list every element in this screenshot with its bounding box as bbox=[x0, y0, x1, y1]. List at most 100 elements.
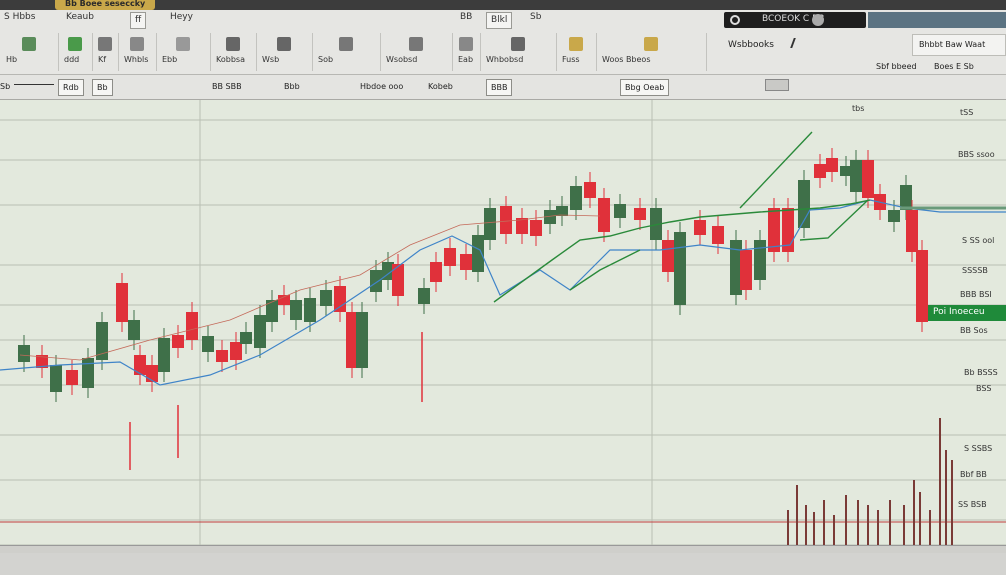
ribbon-tab[interactable]: Sb bbox=[530, 12, 541, 27]
tool-icon bbox=[176, 37, 190, 51]
ribbon-tab[interactable]: S Hbbs bbox=[4, 12, 35, 27]
ribbon-group-label: Fuss bbox=[562, 55, 580, 64]
candle-body bbox=[290, 300, 302, 320]
current-price-label: Poi Inoeceu bbox=[928, 305, 1006, 321]
tool-icon bbox=[130, 37, 144, 51]
toolbar-item[interactable]: BB SBB bbox=[212, 79, 242, 94]
ribbon-group[interactable]: Kobbsa bbox=[210, 33, 257, 71]
ribbon-group[interactable]: Sob bbox=[312, 33, 381, 71]
ribbon-group-label: ddd bbox=[64, 55, 80, 64]
ribbon-group[interactable]: Wsobsd bbox=[380, 33, 453, 71]
candle-body bbox=[916, 250, 928, 322]
candle-body bbox=[186, 312, 198, 340]
ribbon-group-label: Wsobsd bbox=[386, 55, 418, 64]
ribbon-group[interactable]: Hb bbox=[0, 33, 59, 71]
ribbon-tab[interactable]: Heyy bbox=[170, 12, 193, 27]
ribbon-right-panel[interactable]: Bhbbt Baw Waat bbox=[912, 34, 1006, 56]
circle-icon bbox=[730, 15, 740, 25]
toolbar-item[interactable]: Sb bbox=[0, 79, 10, 94]
ribbon-tab[interactable]: Keaub bbox=[66, 12, 94, 27]
price-axis-label: Bbf BB bbox=[960, 470, 987, 479]
ribbon-group-label: Whbls bbox=[124, 55, 149, 64]
ribbon-right-strip bbox=[868, 12, 1006, 28]
ribbon-tab[interactable]: ff bbox=[130, 12, 147, 29]
candle-body bbox=[570, 186, 582, 210]
tool-icon bbox=[644, 37, 658, 51]
ribbon-group[interactable]: Ebb bbox=[156, 33, 211, 71]
candle-body bbox=[430, 262, 442, 282]
trendline-tool-icon[interactable] bbox=[14, 84, 54, 85]
ribbon-group[interactable]: Wsb bbox=[256, 33, 313, 71]
price-axis-label: Bb BSSS bbox=[964, 368, 998, 377]
candle-body bbox=[216, 350, 228, 362]
ribbon-tab[interactable]: BB bbox=[460, 12, 472, 27]
price-axis-label: S SSBS bbox=[964, 444, 993, 453]
status-bar bbox=[0, 553, 1006, 575]
candle-body bbox=[116, 283, 128, 322]
ribbon-group-label: Kf bbox=[98, 55, 107, 64]
chart-top-label: tbs bbox=[852, 104, 865, 113]
ribbon-group-label: Ebb bbox=[162, 55, 178, 64]
tool-icon bbox=[339, 37, 353, 51]
chart-canvas[interactable] bbox=[0, 100, 1006, 545]
tool-icon bbox=[569, 37, 583, 51]
candle-body bbox=[82, 358, 94, 388]
ribbon-group[interactable]: Woos Bbeos bbox=[596, 33, 707, 71]
toolbar-swatch[interactable] bbox=[765, 79, 789, 91]
toolbar-item[interactable]: Rdb bbox=[58, 79, 84, 96]
candle-body bbox=[598, 198, 610, 232]
price-chart[interactable] bbox=[0, 100, 1006, 545]
candle-body bbox=[370, 270, 382, 292]
tool-icon bbox=[68, 37, 82, 51]
candle-body bbox=[320, 290, 332, 306]
price-axis-label: S SS ool bbox=[962, 236, 995, 245]
candle-body bbox=[66, 370, 78, 385]
ribbon-group[interactable]: Eab bbox=[452, 33, 481, 71]
price-axis-label: tSS bbox=[960, 108, 974, 117]
candle-body bbox=[202, 336, 214, 352]
ribbon-group-label: Eab bbox=[458, 55, 474, 64]
candle-body bbox=[444, 248, 456, 266]
ribbon-group-label: Sob bbox=[318, 55, 334, 64]
ribbon-tab-row: S Hbbs Keaub ff Heyy BB Blkl Sb bbox=[0, 10, 720, 30]
ribbon-group[interactable]: Whbls bbox=[118, 33, 157, 71]
ribbon-group[interactable]: Whbobsd bbox=[480, 33, 557, 71]
candle-body bbox=[500, 206, 512, 234]
ribbon-right-note: Sbf bbeed bbox=[876, 62, 917, 71]
ribbon-group[interactable]: Fuss bbox=[556, 33, 597, 71]
candle-body bbox=[634, 208, 646, 220]
candle-body bbox=[556, 206, 568, 216]
price-axis-label: BBS ssoo bbox=[958, 150, 995, 159]
toolbar-item[interactable]: Bbb bbox=[284, 79, 300, 94]
candle-body bbox=[614, 204, 626, 218]
ribbon-group-label: Hb bbox=[6, 55, 18, 64]
candle-body bbox=[662, 240, 674, 272]
ribbon-tab[interactable]: Blkl bbox=[486, 12, 513, 29]
toolbar-item[interactable]: Bbg Oeab bbox=[620, 79, 670, 96]
candle-body bbox=[96, 322, 108, 360]
toolbar-item[interactable]: Kobeb bbox=[428, 79, 453, 94]
candle-body bbox=[334, 286, 346, 312]
candle-body bbox=[230, 342, 242, 360]
price-axis-label: BSS bbox=[976, 384, 992, 393]
ribbon-group[interactable]: Kf bbox=[92, 33, 119, 71]
current-price-text: Poi Inoeceu bbox=[933, 307, 985, 317]
price-axis-label: BB Sos bbox=[960, 326, 988, 335]
candle-body bbox=[158, 338, 170, 372]
window-title-tab[interactable]: Bb Boee seseccky bbox=[55, 0, 155, 10]
ribbon-group[interactable]: ddd bbox=[58, 33, 93, 71]
candle-body bbox=[254, 315, 266, 348]
candle-body bbox=[754, 240, 766, 280]
toolbar-item[interactable]: Hbdoe ooo bbox=[360, 79, 403, 94]
candle-body bbox=[50, 365, 62, 392]
tool-icon bbox=[511, 37, 525, 51]
candle-body bbox=[900, 185, 912, 210]
chart-toolbar: Sb Rdb Bb BB SBB Bbb Hbdoe ooo Kobeb BBB… bbox=[0, 75, 1006, 100]
price-axis-label: BBB BSI bbox=[960, 290, 992, 299]
toolbar-item[interactable]: Bb bbox=[92, 79, 113, 96]
candle-body bbox=[826, 158, 838, 172]
toolbar-item[interactable]: BBB bbox=[486, 79, 513, 96]
account-pill[interactable]: BCOEOK C BB bbox=[724, 12, 866, 28]
tool-icon bbox=[459, 37, 473, 51]
candle-body bbox=[694, 220, 706, 235]
